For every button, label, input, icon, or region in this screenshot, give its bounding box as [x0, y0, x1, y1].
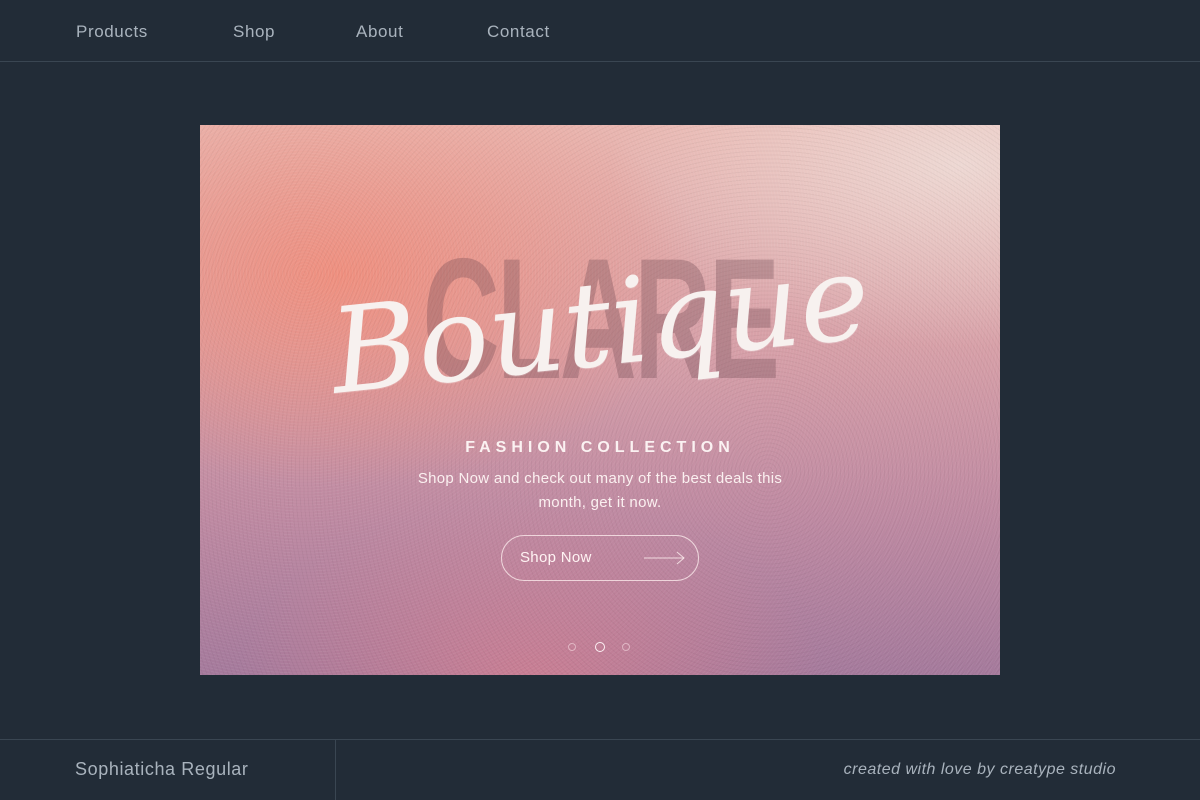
hero-subtitle: FASHION COLLECTION: [465, 439, 735, 456]
footer-font-name: Sophiaticha Regular: [75, 759, 249, 779]
arrow-right-icon: [644, 550, 686, 571]
nav-item-shop[interactable]: Shop: [233, 22, 275, 42]
nav-item-contact[interactable]: Contact: [487, 22, 550, 42]
hero-banner: CLARE Boutique FASHION COLLECTION Shop N…: [200, 125, 1000, 675]
footer-divider: [335, 740, 336, 800]
slider-dot-3[interactable]: [622, 643, 630, 651]
shop-now-label: Shop Now: [520, 549, 592, 566]
hero-description: Shop Now and check out many of the best …: [417, 470, 783, 511]
nav-item-about[interactable]: About: [356, 22, 403, 42]
slider-dot-1[interactable]: [568, 643, 576, 651]
page: Products Shop About Contact CLARE Boutiq…: [0, 0, 1200, 800]
top-navigation: Products Shop About Contact: [0, 0, 1200, 62]
footer-credit: created with love by creatype studio: [843, 761, 1116, 778]
shop-now-button[interactable]: Shop Now: [501, 535, 699, 581]
slider-pagination: [566, 641, 634, 653]
nav-item-products[interactable]: Products: [76, 22, 148, 42]
footer: Sophiaticha Regular created with love by…: [0, 739, 1200, 800]
slider-dot-2[interactable]: [595, 642, 605, 652]
